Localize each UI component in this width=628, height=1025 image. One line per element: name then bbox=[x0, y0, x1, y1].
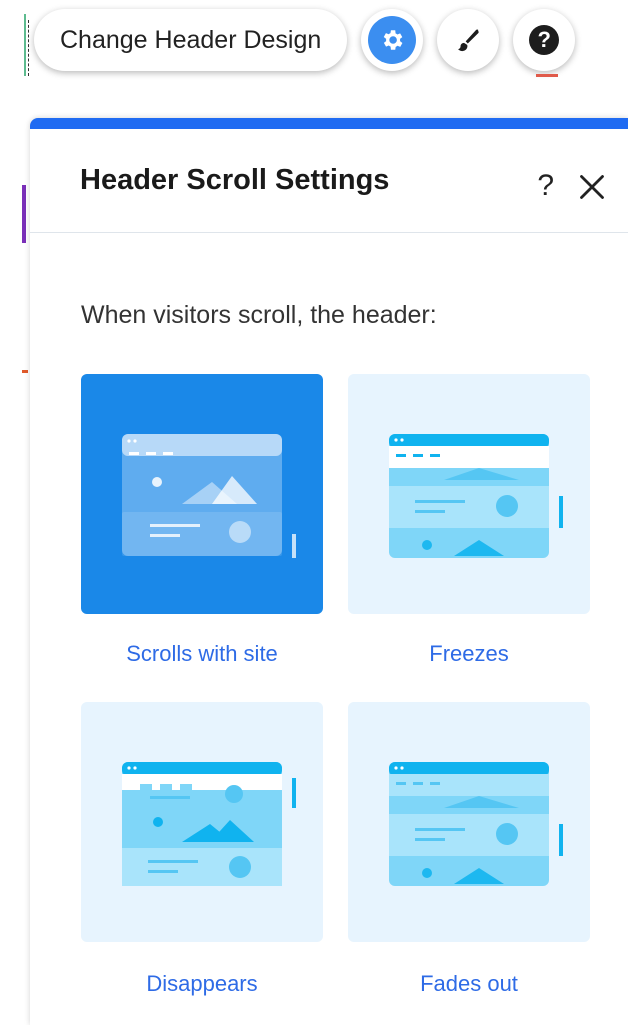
editor-edge-marker bbox=[24, 14, 26, 76]
editor-edge-marker bbox=[22, 185, 26, 243]
help-button[interactable]: ? bbox=[513, 9, 576, 71]
editor-edge-marker bbox=[536, 74, 558, 77]
option-label-disappears[interactable]: Disappears bbox=[81, 971, 323, 997]
option-freezes[interactable] bbox=[348, 374, 590, 614]
freezes-illustration bbox=[389, 434, 563, 558]
panel-help-button[interactable]: ? bbox=[537, 169, 554, 203]
editor-edge-dashed-line bbox=[28, 20, 29, 76]
header-scroll-settings-panel: Header Scroll Settings ? When visitors s… bbox=[30, 118, 628, 1025]
option-fades-out[interactable] bbox=[348, 702, 590, 942]
disappears-illustration bbox=[122, 762, 296, 886]
fades-out-illustration bbox=[389, 762, 563, 886]
paintbrush-icon bbox=[458, 29, 479, 52]
option-disappears[interactable] bbox=[81, 702, 323, 942]
design-button[interactable] bbox=[437, 9, 500, 71]
settings-button[interactable] bbox=[361, 9, 424, 71]
option-scrolls-with-site[interactable] bbox=[81, 374, 323, 614]
option-label-fades-out[interactable]: Fades out bbox=[348, 971, 590, 997]
editor-edge-marker bbox=[22, 370, 28, 373]
question-icon: ? bbox=[529, 25, 560, 55]
panel-subtitle: When visitors scroll, the header: bbox=[81, 301, 437, 329]
panel-header: Header Scroll Settings ? bbox=[30, 129, 628, 233]
header-toolbar: Change Header Design ? bbox=[34, 6, 576, 74]
scrolls-with-site-illustration bbox=[122, 434, 296, 558]
change-header-design-button[interactable]: Change Header Design bbox=[34, 9, 348, 71]
option-label-scrolls-with-site[interactable]: Scrolls with site bbox=[81, 641, 323, 667]
option-label-freezes[interactable]: Freezes bbox=[348, 641, 590, 667]
panel-title: Header Scroll Settings bbox=[80, 164, 390, 196]
close-icon[interactable] bbox=[578, 173, 606, 201]
gear-icon bbox=[368, 16, 417, 64]
